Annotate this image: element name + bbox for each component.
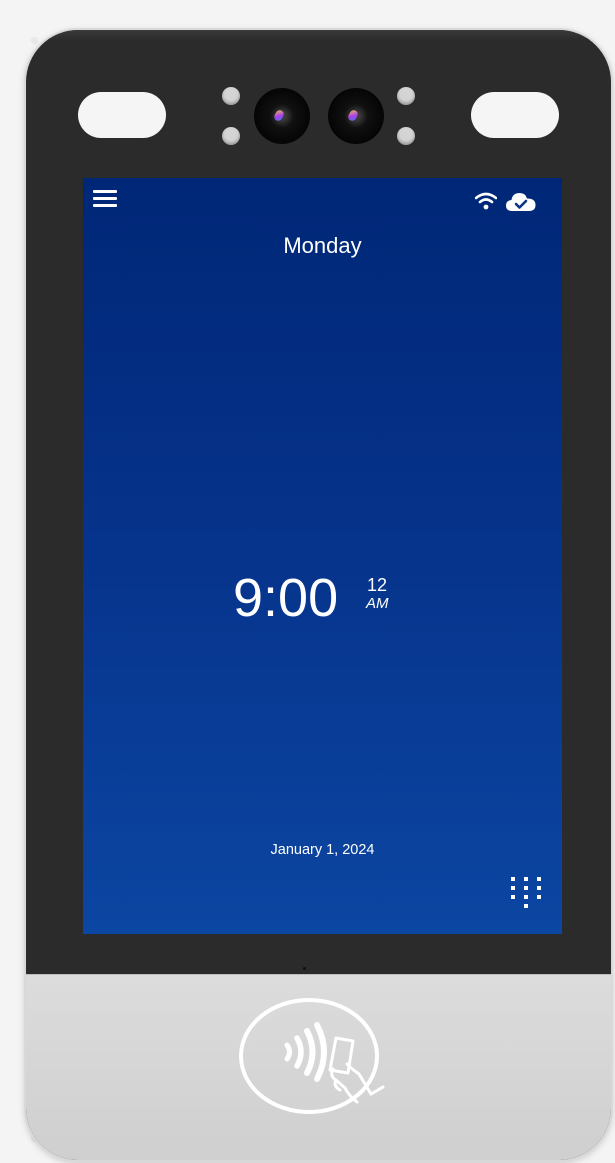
day-of-week: Monday — [283, 233, 362, 258]
display-screen: Monday 9:00 12 AM January 1, 2024 — [83, 178, 562, 934]
card-reader-panel — [26, 974, 611, 1160]
bezel-top-edge — [26, 30, 611, 40]
clock-seconds: 12 — [367, 575, 388, 595]
camera-lens-right — [328, 88, 384, 144]
indicator-light — [397, 127, 415, 145]
clock-time: 9:00 — [233, 568, 339, 628]
indicator-light — [397, 87, 415, 105]
cloud-check-icon — [506, 193, 536, 211]
current-date: January 1, 2024 — [270, 842, 375, 858]
contactless-card-icon — [239, 998, 385, 1114]
clock-period: AM — [366, 595, 389, 612]
menu-icon[interactable] — [93, 190, 117, 210]
right-sensor-window — [471, 92, 559, 138]
indicator-light — [222, 87, 240, 105]
camera-lens-left — [254, 88, 310, 144]
speaker-hole — [303, 967, 306, 970]
terminal-device: Monday 9:00 12 AM January 1, 2024 — [26, 30, 611, 1160]
wifi-icon — [475, 192, 497, 210]
keypad-icon[interactable] — [508, 874, 544, 914]
left-sensor-window — [78, 92, 166, 138]
indicator-light — [222, 127, 240, 145]
